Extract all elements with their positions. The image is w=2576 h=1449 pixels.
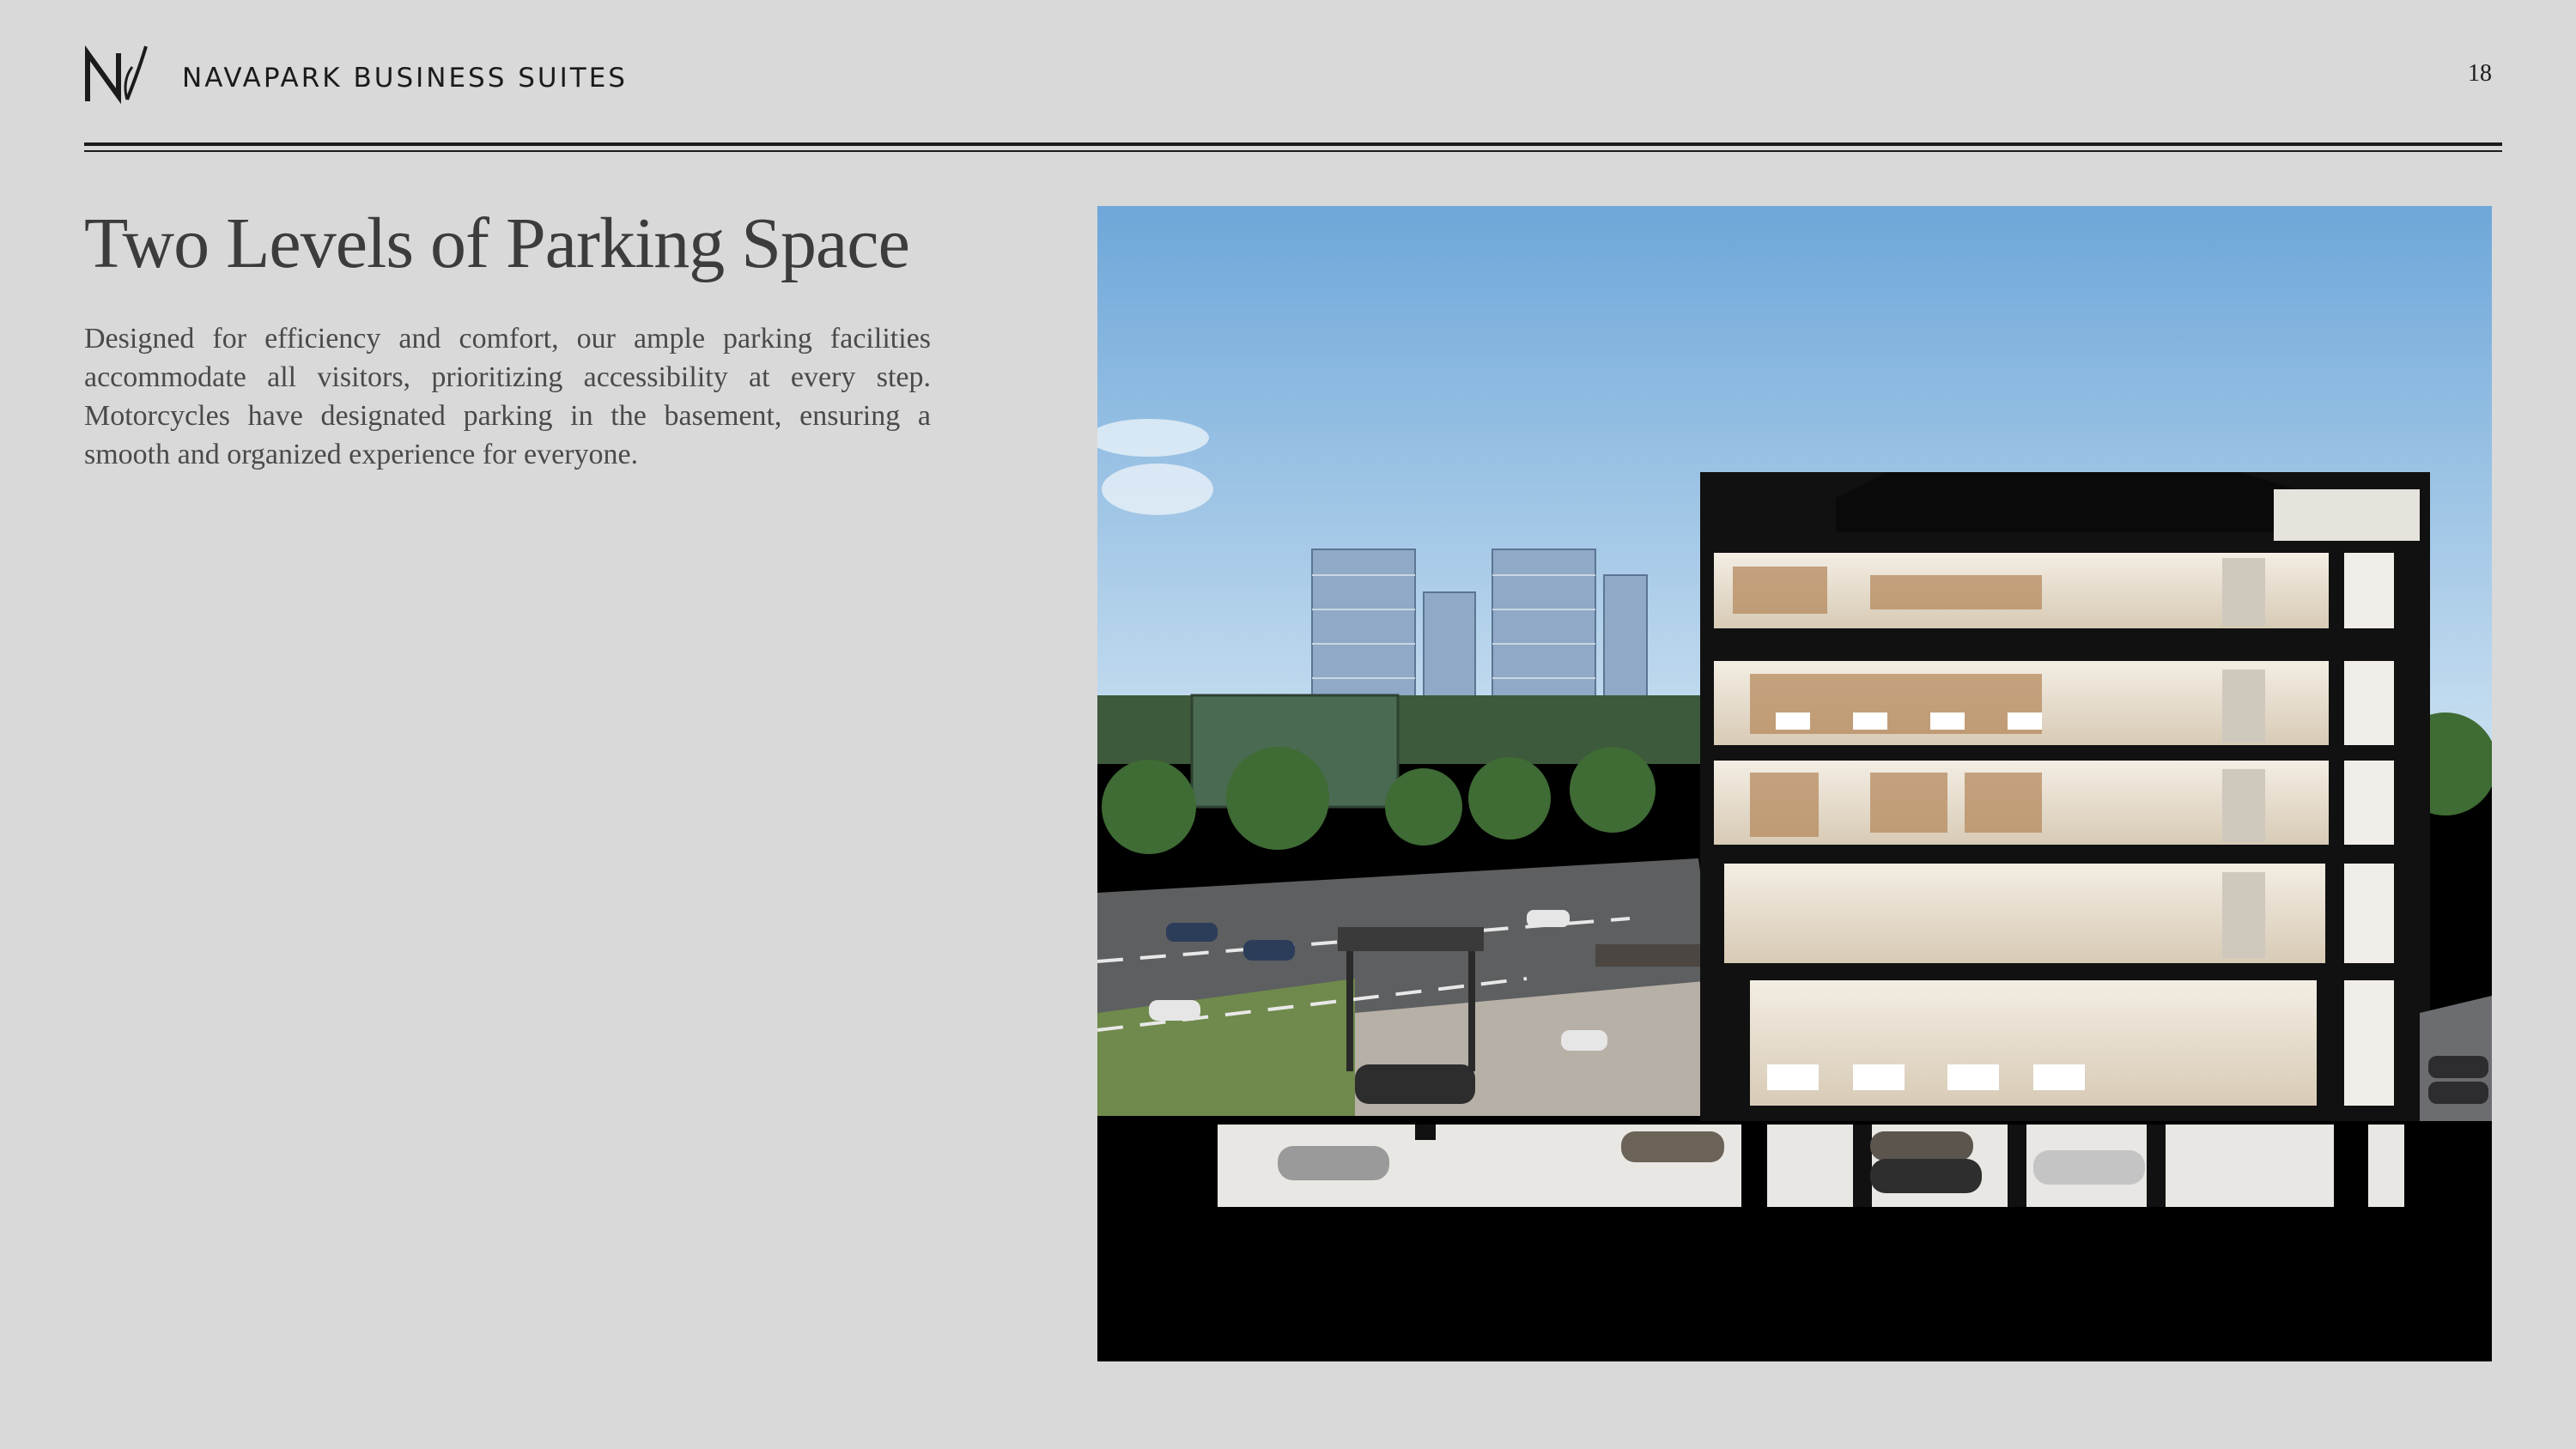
body-paragraph: Designed for efficiency and comfort, our… [84,323,931,470]
header-divider [84,142,2502,146]
building-cross-section-image [1097,206,2492,1361]
page-title: Two Levels of Parking Space [84,203,910,283]
building-render-graphic [1097,206,2492,1361]
page-number: 18 [2468,60,2492,87]
brand-name: NAVAPARK BUSINESS SUITES [182,63,628,94]
navapark-nv-logo-icon [85,45,148,105]
header-divider-thin [84,150,2502,152]
page-header: NAVAPARK BUSINESS SUITES 18 [0,0,2576,155]
